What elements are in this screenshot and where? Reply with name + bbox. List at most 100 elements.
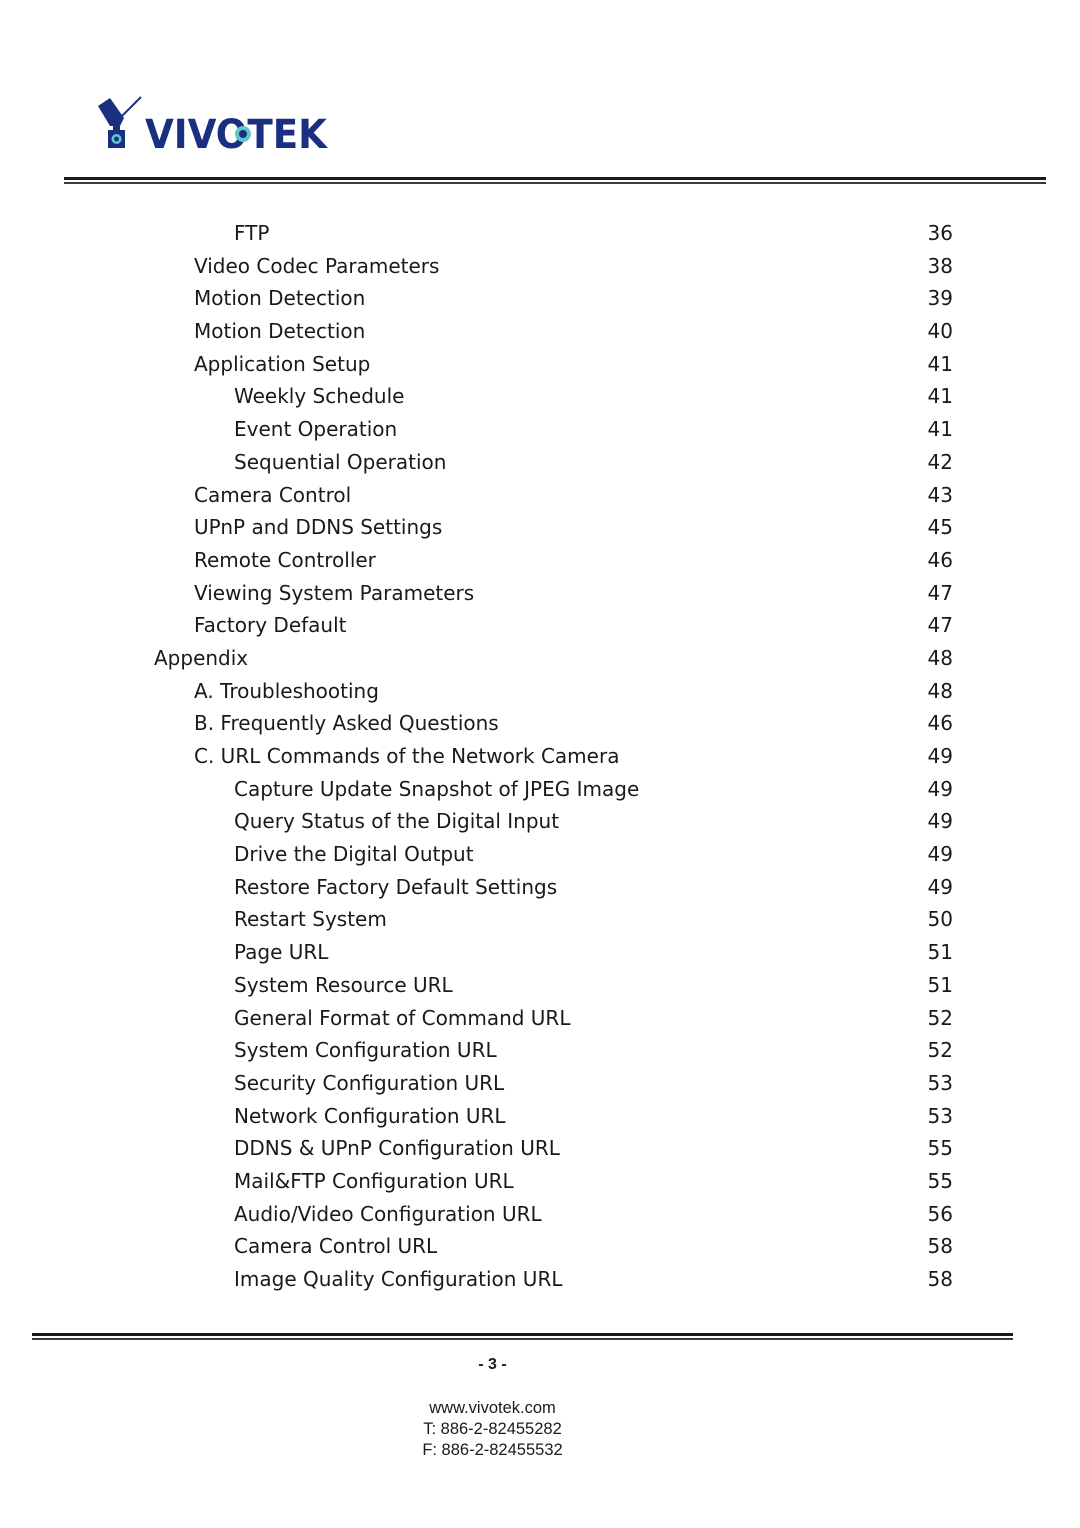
phone-number: T: 886-2-82455282 xyxy=(423,1420,562,1438)
contact-info: www.vivotek.com T: 886-2-82455282 F: 886… xyxy=(0,1398,985,1461)
toc-entry-page: 39 xyxy=(927,286,953,311)
toc-entry[interactable]: Image Quality Configuration URL 58 xyxy=(0,1263,1080,1296)
toc-entry[interactable]: Motion Detection 39 xyxy=(0,282,1080,315)
toc-entry-title: Event Operation xyxy=(234,417,398,442)
header-divider xyxy=(64,177,1046,184)
toc-entry[interactable]: Event Operation 41 xyxy=(0,413,1080,446)
toc-entry-title: System Configuration URL xyxy=(234,1038,497,1063)
toc-entry[interactable]: Sequential Operation 42 xyxy=(0,446,1080,479)
toc-entry[interactable]: Audio/Video Configuration URL 56 xyxy=(0,1198,1080,1231)
toc-entry[interactable]: Video Codec Parameters 38 xyxy=(0,250,1080,283)
toc-entry-title: Capture Update Snapshot of JPEG Image xyxy=(234,776,640,801)
toc-entry-title: Security Configuration URL xyxy=(234,1070,505,1095)
toc-entry-title: System Resource URL xyxy=(234,972,453,997)
toc-entry-page: 49 xyxy=(927,809,953,834)
toc-entry[interactable]: Restart System 50 xyxy=(0,903,1080,936)
toc-entry-title: Page URL xyxy=(234,940,329,965)
toc-entry-title: Remote Controller xyxy=(194,547,376,572)
toc-entry-title: Image Quality Configuration URL xyxy=(234,1267,563,1291)
toc-entry-page: 55 xyxy=(927,1136,953,1161)
toc-entry-page: 51 xyxy=(927,940,953,965)
toc-entry[interactable]: Restore Factory Default Settings 49 xyxy=(0,871,1080,904)
toc-entry-page: 58 xyxy=(927,1267,953,1291)
toc-entry-title: B. Frequently Asked Questions xyxy=(194,711,499,736)
toc-entry[interactable]: A. Troubleshooting 48 xyxy=(0,675,1080,708)
camera-logo-icon: VIVOTEK xyxy=(98,96,329,158)
toc-entry-page: 55 xyxy=(927,1168,953,1193)
toc-entry-page: 53 xyxy=(927,1103,953,1128)
toc-entry[interactable]: DDNS & UPnP Configuration URL 55 xyxy=(0,1132,1080,1165)
toc-entry-page: 41 xyxy=(927,384,953,409)
toc-entry-title: C. URL Commands of the Network Camera xyxy=(194,744,620,768)
toc-entry[interactable]: UPnP and DDNS Settings 45 xyxy=(0,511,1080,544)
toc-entry-page: 52 xyxy=(927,1005,953,1030)
toc-entry-page: 38 xyxy=(927,253,953,278)
toc-entry-page: 40 xyxy=(927,319,953,344)
toc-entry-page: 52 xyxy=(927,1038,953,1063)
toc-entry[interactable]: Weekly Schedule 41 xyxy=(0,380,1080,413)
toc-entry-page: 41 xyxy=(927,351,953,376)
toc-entry-page: 49 xyxy=(927,744,953,768)
toc-entry[interactable]: Mail&FTP Configuration URL 55 xyxy=(0,1165,1080,1198)
toc-entry[interactable]: FTP 36 xyxy=(0,217,1080,250)
toc-entry-page: 43 xyxy=(927,482,953,507)
toc-entry-title: Application Setup xyxy=(194,351,371,376)
toc-entry-title: Audio/Video Configuration URL xyxy=(234,1201,542,1226)
toc-entry-page: 47 xyxy=(927,613,953,638)
toc-entry-page: 48 xyxy=(927,678,953,703)
toc-entry[interactable]: General Format of Command URL 52 xyxy=(0,1002,1080,1035)
website-link[interactable]: www.vivotek.com xyxy=(0,1398,985,1419)
toc-entry-title: Mail&FTP Configuration URL xyxy=(234,1168,514,1193)
toc-entry-page: 46 xyxy=(927,547,953,572)
toc-entry-title: UPnP and DDNS Settings xyxy=(194,515,443,540)
table-of-contents: FTP 36 Video Codec Parameters 38 Motion Dete… xyxy=(0,217,1080,1296)
footer-divider xyxy=(32,1333,1013,1340)
toc-entry-title: DDNS & UPnP Configuration URL xyxy=(234,1136,560,1161)
toc-entry[interactable]: Appendix 48 xyxy=(0,642,1080,675)
toc-entry[interactable]: C. URL Commands of the Network Camera 49 xyxy=(0,740,1080,773)
toc-entry-page: 36 xyxy=(927,221,953,245)
toc-entry[interactable]: Camera Control 43 xyxy=(0,479,1080,512)
toc-entry-page: 49 xyxy=(927,874,953,899)
toc-entry[interactable]: Application Setup 41 xyxy=(0,348,1080,381)
toc-entry[interactable]: System Resource URL 51 xyxy=(0,969,1080,1002)
toc-entry[interactable]: Page URL 51 xyxy=(0,936,1080,969)
fax-number: F: 886-2-82455532 xyxy=(422,1441,563,1459)
toc-entry-title: Restore Factory Default Settings xyxy=(234,874,558,899)
toc-entry[interactable]: Capture Update Snapshot of JPEG Image 49 xyxy=(0,773,1080,806)
toc-entry[interactable]: B. Frequently Asked Questions 46 xyxy=(0,707,1080,740)
toc-entry-title: Motion Detection xyxy=(194,286,366,311)
toc-entry-page: 51 xyxy=(927,972,953,997)
toc-entry[interactable]: Remote Controller 46 xyxy=(0,544,1080,577)
toc-entry-title: Camera Control xyxy=(194,482,352,507)
toc-entry[interactable]: Drive the Digital Output 49 xyxy=(0,838,1080,871)
vivotek-logo: VIVOTEK xyxy=(96,96,331,158)
toc-entry[interactable]: Factory Default 47 xyxy=(0,609,1080,642)
toc-entry-title: Query Status of the Digital Input xyxy=(234,809,560,834)
toc-entry-title: Factory Default xyxy=(194,613,347,638)
toc-entry-page: 46 xyxy=(927,711,953,736)
toc-entry-page: 48 xyxy=(927,645,953,670)
toc-entry-title: Camera Control URL xyxy=(234,1234,438,1259)
toc-entry-page: 45 xyxy=(927,515,953,540)
toc-entry-title: General Format of Command URL xyxy=(234,1005,571,1030)
toc-entry[interactable]: System Configuration URL 52 xyxy=(0,1034,1080,1067)
toc-entry-title: Video Codec Parameters xyxy=(194,253,440,278)
toc-entry[interactable]: Network Configuration URL 53 xyxy=(0,1100,1080,1133)
toc-entry-title: FTP xyxy=(234,221,270,245)
toc-entry[interactable]: Security Configuration URL 53 xyxy=(0,1067,1080,1100)
page-number: - 3 - xyxy=(478,1356,507,1373)
toc-entry-title: Drive the Digital Output xyxy=(234,842,474,867)
toc-entry-page: 58 xyxy=(927,1234,953,1259)
toc-entry-page: 42 xyxy=(927,449,953,474)
toc-entry[interactable]: Viewing System Parameters 47 xyxy=(0,577,1080,610)
toc-entry-title: Weekly Schedule xyxy=(234,384,405,409)
toc-entry-page: 49 xyxy=(927,776,953,801)
toc-entry[interactable]: Query Status of the Digital Input 49 xyxy=(0,805,1080,838)
toc-entry[interactable]: Camera Control URL 58 xyxy=(0,1230,1080,1263)
toc-entry-title: Appendix xyxy=(154,645,249,670)
toc-entry-title: A. Troubleshooting xyxy=(194,678,379,703)
toc-entry-page: 53 xyxy=(927,1070,953,1095)
toc-entry-page: 50 xyxy=(927,907,953,932)
toc-entry[interactable]: Motion Detection 40 xyxy=(0,315,1080,348)
